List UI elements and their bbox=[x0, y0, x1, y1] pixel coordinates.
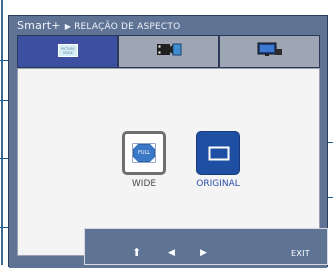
monitor-icon bbox=[257, 42, 283, 61]
original-option-box[interactable] bbox=[196, 131, 240, 175]
tab-movie[interactable] bbox=[118, 35, 219, 68]
tab-picture-mode[interactable]: PICTURE MODE bbox=[17, 35, 118, 68]
exit-button[interactable]: EXIT bbox=[291, 249, 310, 258]
tab-display[interactable] bbox=[219, 35, 320, 68]
wide-label: WIDE bbox=[131, 179, 157, 189]
left-arrow-icon[interactable]: ◀ bbox=[168, 247, 175, 259]
osd-title-bar: Smart+ ▶ RELAÇÃO DE ASPECTO bbox=[9, 16, 333, 35]
wide-icon-text: FULL bbox=[137, 150, 151, 156]
wide-option-box[interactable]: FULL bbox=[122, 131, 166, 175]
menu-tabs: PICTURE MODE bbox=[17, 35, 320, 68]
background-line bbox=[0, 60, 8, 61]
section-title: RELAÇÃO DE ASPECTO bbox=[74, 22, 181, 32]
film-icon bbox=[156, 42, 182, 61]
original-option[interactable]: ORIGINAL bbox=[190, 131, 246, 189]
background-line bbox=[0, 158, 8, 159]
right-arrow-icon[interactable]: ▶ bbox=[200, 247, 207, 259]
left-border-line bbox=[1, 0, 3, 265]
background-line bbox=[328, 142, 333, 143]
breadcrumb-arrow-icon: ▶ bbox=[64, 22, 72, 31]
picture-mode-icon: PICTURE MODE bbox=[57, 42, 78, 61]
wide-option[interactable]: FULL WIDE bbox=[116, 131, 172, 189]
background-line bbox=[0, 100, 8, 101]
screen-icon bbox=[208, 146, 230, 165]
background-line bbox=[0, 227, 8, 228]
navigation-panel: ⬆ ◀ ▶ EXIT bbox=[84, 228, 328, 265]
original-label: ORIGINAL bbox=[196, 179, 240, 189]
brand-label: Smart+ bbox=[17, 19, 61, 32]
up-arrow-icon[interactable]: ⬆ bbox=[132, 247, 141, 259]
svg-text:MODE: MODE bbox=[63, 51, 73, 55]
background-line bbox=[328, 197, 333, 198]
